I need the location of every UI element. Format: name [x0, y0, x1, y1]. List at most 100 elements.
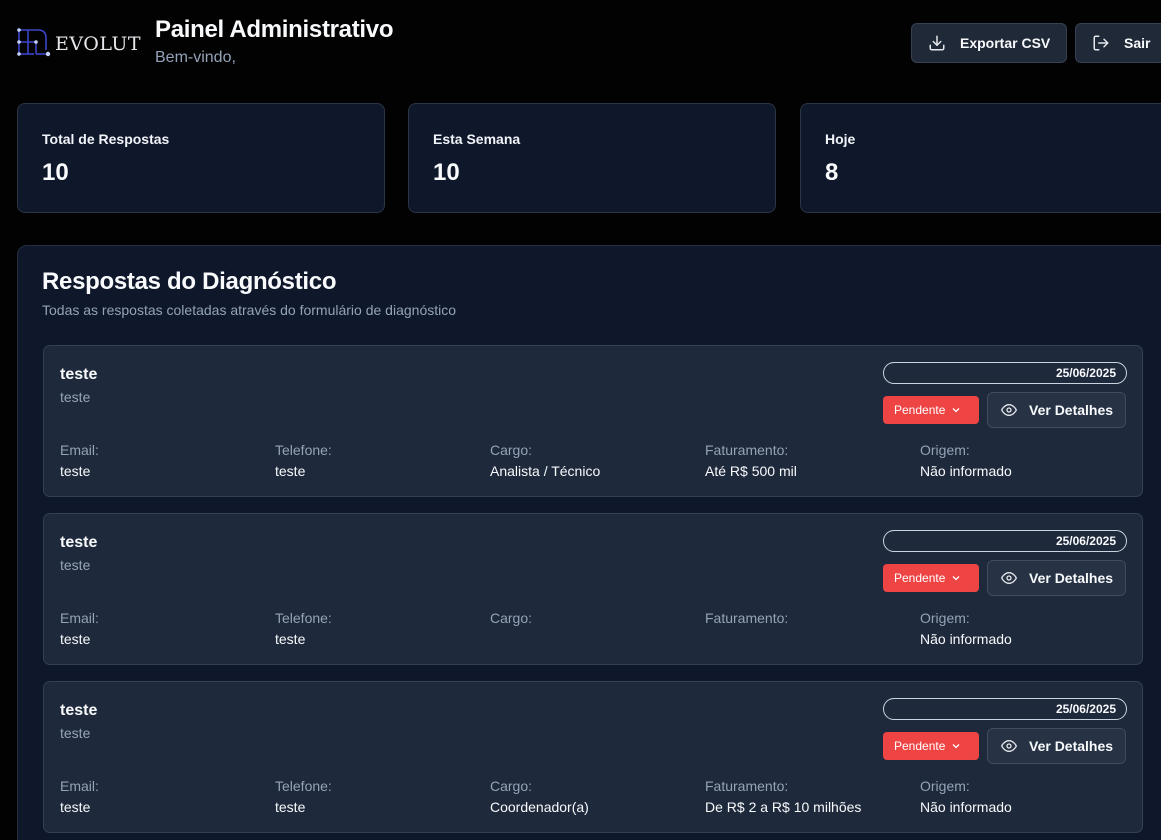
field-value [705, 631, 915, 648]
field-label: Email: [60, 610, 99, 626]
eye-icon [1001, 740, 1017, 752]
field-origin: Origem: Não informado [920, 778, 1130, 816]
field-label: Telefone: [275, 442, 332, 458]
download-icon [929, 35, 945, 51]
status-label: Pendente [894, 403, 946, 417]
responses-panel: Respostas do Diagnóstico Todas as respos… [17, 245, 1161, 840]
stat-card-week: Esta Semana 10 [408, 103, 776, 213]
stat-value: 10 [42, 159, 69, 186]
eye-icon [1001, 572, 1017, 584]
field-phone: Telefone: teste [275, 778, 485, 816]
respondent-name: teste [60, 702, 98, 719]
field-value: teste [60, 799, 91, 815]
field-value: Coordenador(a) [490, 799, 589, 815]
field-value: teste [275, 463, 306, 479]
respondent-name: teste [60, 366, 98, 383]
status-dropdown[interactable]: Pendente [883, 732, 979, 760]
logout-button[interactable]: Sair [1075, 23, 1161, 63]
chevron-down-icon [952, 576, 960, 581]
field-value: Não informado [920, 631, 1012, 647]
responses-description: Todas as respostas coletadas através do … [42, 302, 457, 318]
field-value: Não informado [920, 463, 1012, 479]
header: EVOLUT Painel Administrativo Bem-vindo, … [0, 0, 1161, 90]
field-label: Cargo: [490, 610, 533, 626]
stat-label: Hoje [825, 131, 856, 147]
logo[interactable]: EVOLUT [16, 26, 141, 60]
evolut-network-icon [17, 28, 51, 57]
field-value [490, 631, 700, 648]
field-value: Analista / Técnico [490, 463, 601, 479]
field-label: Telefone: [275, 778, 332, 794]
stat-card-today: Hoje 8 [800, 103, 1161, 213]
status-label: Pendente [894, 571, 946, 585]
field-origin: Origem: Não informado [920, 442, 1130, 480]
stat-label: Esta Semana [433, 131, 521, 147]
field-role: Cargo: Coordenador(a) [490, 778, 700, 816]
view-details-button[interactable]: Ver Detalhes [987, 728, 1126, 764]
field-phone: Telefone: teste [275, 610, 485, 648]
field-label: Email: [60, 442, 99, 458]
respondent-company: teste [60, 389, 91, 405]
stat-value: 10 [433, 159, 460, 186]
field-label: Faturamento: [705, 442, 789, 458]
page-subtitle: Bem-vindo, [155, 49, 236, 66]
field-value: De R$ 2 a R$ 10 milhões [705, 799, 862, 815]
page-title: Painel Administrativo [155, 16, 394, 43]
responses-title: Respostas do Diagnóstico [42, 268, 337, 295]
field-value: Não informado [920, 799, 1012, 815]
field-label: Origem: [920, 610, 970, 626]
field-label: Origem: [920, 778, 970, 794]
field-label: Origem: [920, 442, 970, 458]
field-value: Até R$ 500 mil [705, 463, 797, 479]
respondent-company: teste [60, 557, 91, 573]
field-email: Email: teste [60, 442, 270, 480]
chevron-down-icon [952, 744, 960, 749]
response-card: teste teste 25/06/2025 Pendente Ver Deta… [43, 681, 1143, 833]
field-phone: Telefone: teste [275, 442, 485, 480]
response-card: teste teste 25/06/2025 Pendente Ver Deta… [43, 345, 1143, 497]
view-details-button[interactable]: Ver Detalhes [987, 392, 1126, 428]
field-email: Email: teste [60, 610, 270, 648]
stat-label: Total de Respostas [42, 131, 170, 147]
logout-icon [1093, 35, 1109, 51]
view-details-label: Ver Detalhes [1029, 738, 1114, 754]
export-csv-button[interactable]: Exportar CSV [911, 23, 1067, 63]
field-revenue: Faturamento: [705, 610, 915, 648]
respondent-name: teste [60, 534, 98, 551]
eye-icon [1001, 404, 1017, 416]
field-label: Telefone: [275, 610, 332, 626]
respondent-company: teste [60, 725, 91, 741]
field-label: Faturamento: [705, 610, 789, 626]
date-badge: 25/06/2025 [883, 362, 1127, 384]
view-details-button[interactable]: Ver Detalhes [987, 560, 1126, 596]
export-csv-label: Exportar CSV [960, 35, 1051, 51]
field-role: Cargo: Analista / Técnico [490, 442, 700, 480]
title-block: Painel Administrativo Bem-vindo, [155, 16, 394, 67]
status-dropdown[interactable]: Pendente [883, 564, 979, 592]
field-value: teste [275, 631, 306, 647]
view-details-label: Ver Detalhes [1029, 402, 1114, 418]
field-revenue: Faturamento: Até R$ 500 mil [705, 442, 915, 480]
field-role: Cargo: [490, 610, 700, 648]
field-value: teste [275, 799, 306, 815]
response-card: teste teste 25/06/2025 Pendente Ver Deta… [43, 513, 1143, 665]
chevron-down-icon [952, 408, 960, 413]
field-label: Email: [60, 778, 99, 794]
field-label: Cargo: [490, 778, 533, 794]
date-badge: 25/06/2025 [883, 698, 1127, 720]
field-label: Faturamento: [705, 778, 789, 794]
date-badge: 25/06/2025 [883, 530, 1127, 552]
field-origin: Origem: Não informado [920, 610, 1130, 648]
field-email: Email: teste [60, 778, 270, 816]
field-value: teste [60, 463, 91, 479]
logout-label: Sair [1124, 35, 1151, 51]
status-dropdown[interactable]: Pendente [883, 396, 979, 424]
field-revenue: Faturamento: De R$ 2 a R$ 10 milhões [705, 778, 915, 816]
stat-card-total: Total de Respostas 10 [17, 103, 385, 213]
field-label: Cargo: [490, 442, 533, 458]
stat-value: 8 [825, 159, 839, 186]
logo-text: EVOLUT [55, 33, 142, 55]
view-details-label: Ver Detalhes [1029, 570, 1114, 586]
status-label: Pendente [894, 739, 946, 753]
field-value: teste [60, 631, 91, 647]
